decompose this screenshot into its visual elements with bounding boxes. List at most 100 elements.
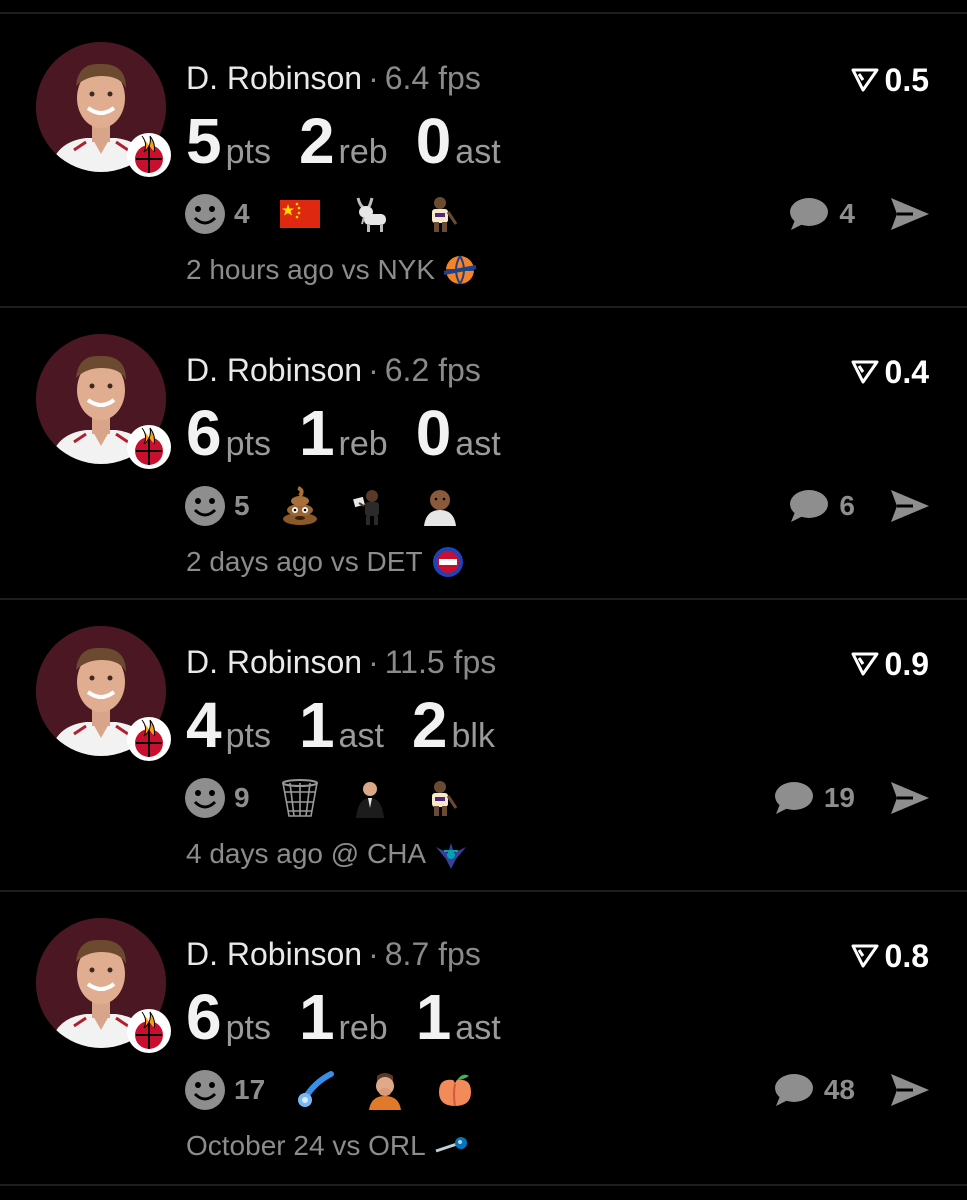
stat-value: 0 (415, 105, 452, 177)
stat-value: 0 (415, 397, 452, 469)
rating-button[interactable]: 0.4 (851, 352, 929, 392)
player-sticker-icon[interactable] (420, 778, 460, 818)
divider (0, 1184, 967, 1186)
stat-label: pts (225, 717, 271, 755)
post-meta: 2 hours ago vs NYK (186, 250, 477, 290)
peach-icon[interactable] (435, 1070, 475, 1110)
game-post[interactable]: D. Robinson · 6.2 fps 0.4 6 pts 1 reb 0 ast 5 (0, 306, 967, 598)
stat-label: ast (455, 425, 501, 463)
stat-item: 1 reb (299, 982, 388, 1052)
rating-button[interactable]: 0.8 (851, 936, 929, 976)
player-name[interactable]: D. Robinson (186, 644, 362, 680)
smiley-reaction-icon[interactable] (184, 485, 226, 527)
player-name[interactable]: D. Robinson (186, 936, 362, 972)
goat-icon[interactable] (350, 194, 390, 234)
filter-funnel-icon (851, 68, 879, 92)
header-separator: · (368, 936, 379, 972)
stat-line: 4 pts 1 ast 2 blk (186, 690, 523, 760)
stat-item: 2 blk (412, 690, 495, 760)
comments-button[interactable]: 48 (772, 1068, 855, 1112)
header-separator: · (368, 352, 379, 388)
rating-value: 0.8 (884, 938, 929, 974)
comment-bubble-icon (790, 198, 829, 230)
stat-label: pts (225, 1009, 271, 1047)
reactions-row: 4 (184, 192, 490, 236)
hornets-logo-icon (436, 843, 467, 869)
comment-count: 6 (839, 490, 855, 521)
game-post[interactable]: D. Robinson · 8.7 fps 0.8 6 pts 1 reb 1 ast 1… (0, 890, 967, 1182)
comment-count: 48 (823, 1074, 855, 1105)
rating-value: 0.4 (884, 354, 929, 390)
coach-icon[interactable] (350, 778, 390, 818)
share-send-icon[interactable] (889, 778, 931, 818)
share-send-icon[interactable] (889, 1070, 931, 1110)
player-name[interactable]: D. Robinson (186, 352, 362, 388)
face-palm-person-icon[interactable] (365, 1070, 405, 1110)
post-header: D. Robinson · 11.5 fps (186, 642, 496, 682)
comet-icon[interactable] (295, 1070, 335, 1110)
stat-value: 2 (298, 105, 335, 177)
share-send-icon[interactable] (889, 194, 931, 234)
reactions-row: 17 (184, 1068, 505, 1112)
comments-button[interactable]: 4 (787, 192, 855, 236)
post-time: 4 days ago (186, 838, 323, 869)
post-header: D. Robinson · 6.4 fps (186, 58, 481, 98)
smiley-reaction-icon[interactable] (184, 1069, 226, 1111)
stat-item: 4 pts (186, 690, 271, 760)
stat-item: 6 pts (186, 398, 271, 468)
game-post[interactable]: D. Robinson · 11.5 fps 0.9 4 pts 1 ast 2 blk … (0, 598, 967, 890)
stat-label: ast (338, 717, 384, 755)
rating-button[interactable]: 0.9 (851, 644, 929, 684)
stat-value: 5 (186, 105, 222, 177)
comments-button[interactable]: 6 (787, 484, 855, 528)
china-flag-icon[interactable] (279, 194, 320, 234)
stat-item: 6 pts (186, 982, 271, 1052)
smiley-reaction-icon[interactable] (184, 777, 226, 819)
poop-icon[interactable] (280, 486, 320, 526)
stat-label: ast (455, 133, 501, 171)
stat-label: pts (225, 133, 271, 171)
knicks-logo-icon (443, 255, 477, 285)
stat-item: 1 ast (299, 690, 384, 760)
stat-label: ast (455, 1009, 501, 1047)
reaction-count: 9 (234, 782, 250, 813)
post-time: 2 days ago (186, 546, 323, 577)
rating-button[interactable]: 0.5 (851, 60, 929, 100)
game-post[interactable]: D. Robinson · 6.4 fps 0.5 5 pts 2 reb 0 ast 4 (0, 14, 967, 306)
post-time: October 24 (186, 1130, 325, 1161)
header-separator: · (368, 60, 379, 96)
post-time: 2 hours ago (186, 254, 334, 285)
stat-item: 2 reb (299, 106, 388, 176)
stat-label: blk (451, 717, 495, 755)
player-sticker-icon[interactable] (420, 194, 460, 234)
stat-line: 6 pts 1 reb 0 ast (186, 398, 529, 468)
comments-button[interactable]: 19 (772, 776, 855, 820)
reading-person-icon[interactable] (350, 486, 390, 526)
stat-value: 1 (415, 981, 452, 1053)
stat-value: 2 (411, 689, 448, 761)
comment-count: 4 (839, 198, 855, 229)
stat-value: 1 (298, 981, 335, 1053)
fps-value: 6.4 fps (384, 60, 481, 96)
matchup: vs ORL (332, 1130, 426, 1161)
stat-line: 6 pts 1 reb 1 ast (186, 982, 529, 1052)
comment-bubble-icon (790, 490, 829, 522)
smiley-reaction-icon[interactable] (184, 193, 226, 235)
comment-count: 19 (823, 782, 855, 813)
comment-bubble-icon (774, 1074, 813, 1106)
post-meta: 2 days ago vs DET (186, 542, 465, 582)
stat-value: 6 (186, 397, 222, 469)
filter-funnel-icon (851, 944, 879, 968)
post-meta: 4 days ago @ CHA (186, 834, 468, 874)
bald-man-icon[interactable] (420, 486, 460, 526)
player-name[interactable]: D. Robinson (186, 60, 362, 96)
reaction-count: 4 (234, 198, 250, 229)
stat-label: reb (338, 1009, 388, 1047)
stat-item: 0 ast (416, 398, 501, 468)
share-send-icon[interactable] (889, 486, 931, 526)
basketball-net-icon[interactable] (280, 778, 320, 818)
stat-item: 1 ast (416, 982, 501, 1052)
stat-label: pts (225, 425, 271, 463)
filter-funnel-icon (851, 360, 879, 384)
post-header: D. Robinson · 6.2 fps (186, 350, 481, 390)
